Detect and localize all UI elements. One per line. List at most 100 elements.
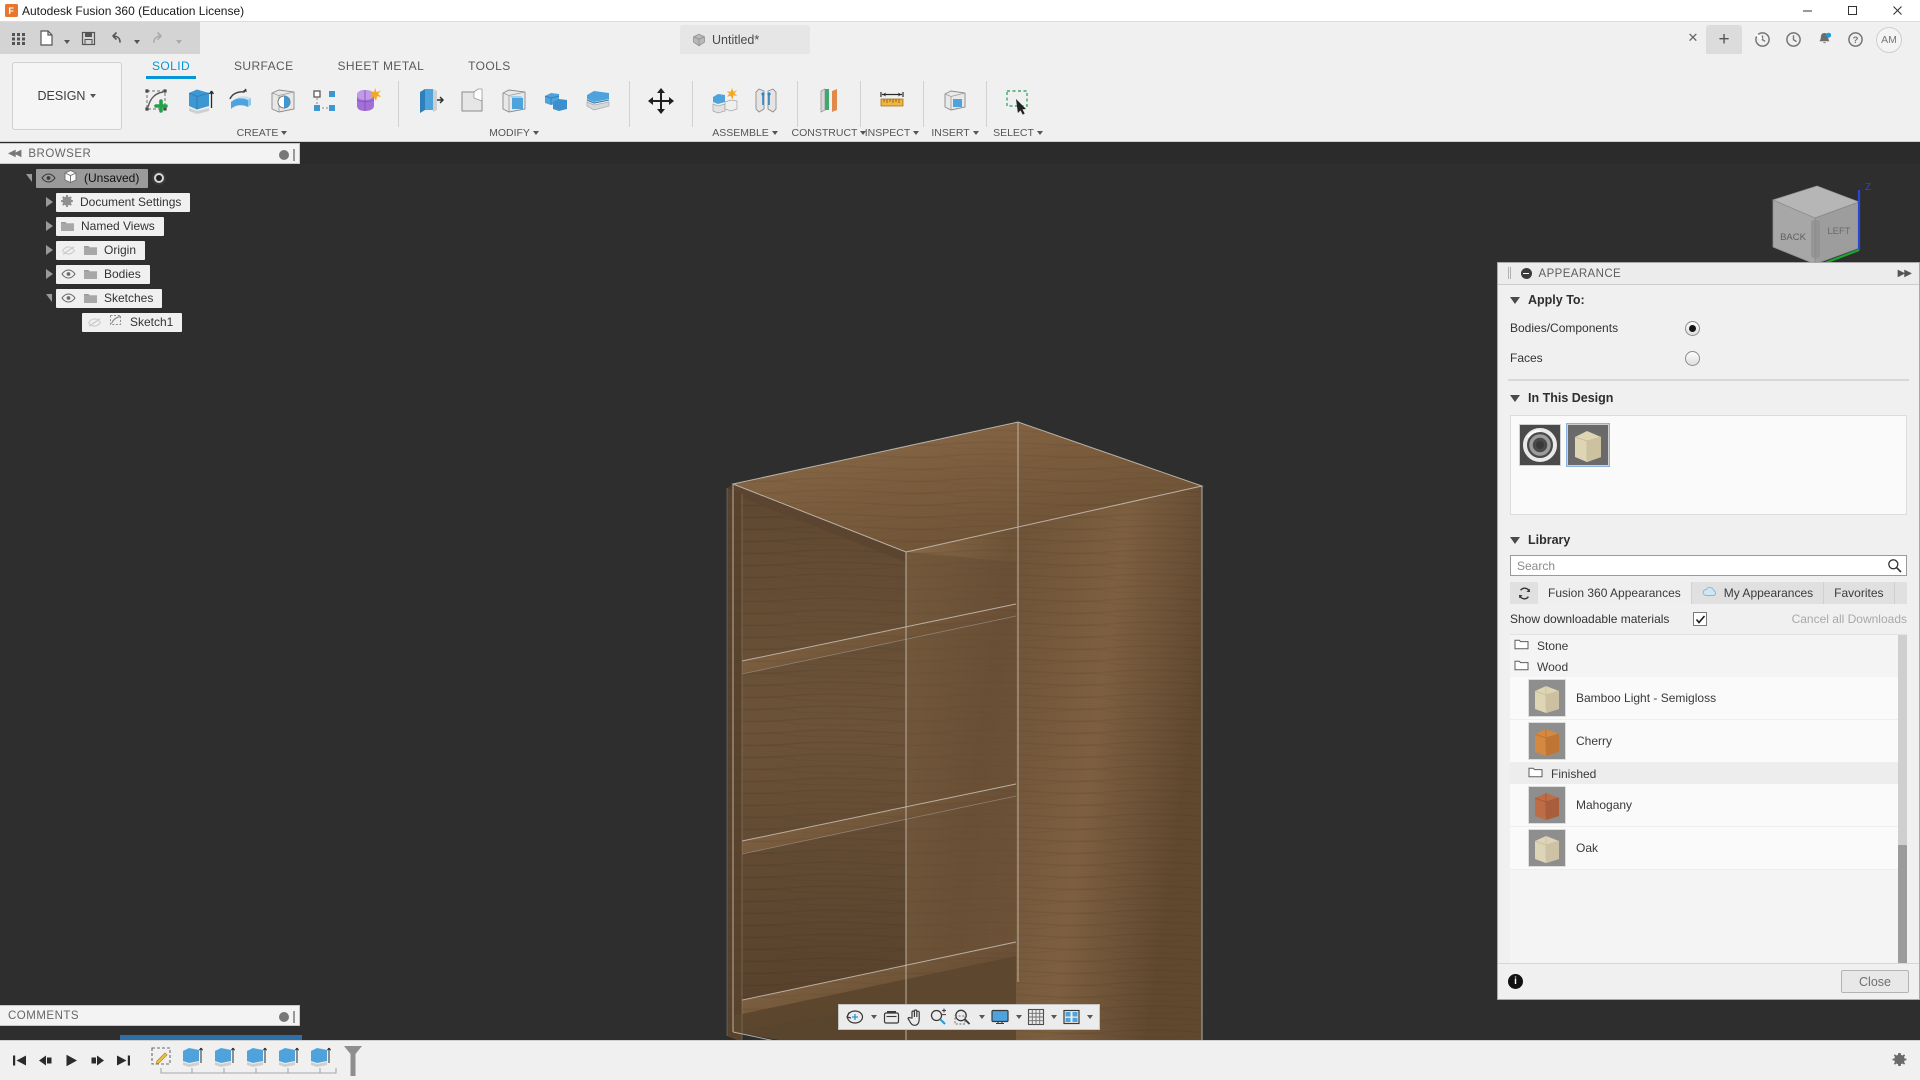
minimize-button[interactable] <box>1785 0 1830 22</box>
material-item-mahogany[interactable]: Mahogany <box>1510 784 1907 827</box>
tree-row-document-settings[interactable]: Document Settings <box>0 190 300 214</box>
look-at-icon[interactable] <box>880 1006 903 1028</box>
job-status-icon[interactable] <box>1748 26 1776 54</box>
tab-tools[interactable]: TOOLS <box>446 56 532 76</box>
timeline-settings-icon[interactable] <box>1891 1051 1908 1071</box>
viewports-icon[interactable] <box>1060 1006 1083 1028</box>
library-section-header[interactable]: Library <box>1498 525 1919 553</box>
twisty-right-icon[interactable] <box>42 195 56 209</box>
apply-to-faces-row[interactable]: Faces <box>1498 343 1919 373</box>
cancel-all-downloads-link[interactable]: Cancel all Downloads <box>1792 612 1907 626</box>
offset-plane-icon[interactable] <box>808 80 850 122</box>
ribbon-group-label-modify[interactable]: MODIFY <box>403 127 625 139</box>
app-grid-icon[interactable] <box>5 25 31 51</box>
browser-collapse-icon[interactable]: ◀◀ <box>8 148 21 159</box>
visibility-eye-hidden-icon[interactable] <box>60 243 77 257</box>
form-icon[interactable] <box>346 80 388 122</box>
twisty-down-icon[interactable] <box>42 291 56 305</box>
extrude-icon[interactable] <box>178 80 220 122</box>
display-settings-icon[interactable] <box>988 1006 1012 1028</box>
tab-my-appearances[interactable]: My Appearances <box>1692 582 1825 604</box>
comments-resize-grip[interactable] <box>293 1010 295 1023</box>
appearance-dialog-titlebar[interactable]: ║ APPEARANCE ▶▶ <box>1498 263 1919 285</box>
search-input[interactable] <box>1510 555 1907 576</box>
tab-solid[interactable]: SOLID <box>130 56 212 79</box>
new-document-caret[interactable] <box>61 25 73 51</box>
twisty-right-icon[interactable] <box>42 219 56 233</box>
visibility-eye-icon[interactable] <box>60 267 77 281</box>
tree-pill-bodies[interactable]: Bodies <box>56 264 150 284</box>
display-settings-caret[interactable] <box>1013 1006 1024 1028</box>
tab-fusion-360-appearances[interactable]: Fusion 360 Appearances <box>1538 582 1692 604</box>
tree-pill-sketches[interactable]: Sketches <box>56 288 163 308</box>
close-button[interactable]: Close <box>1841 970 1909 993</box>
apply-to-section-header[interactable]: Apply To: <box>1498 285 1919 313</box>
visibility-eye-hidden-icon[interactable] <box>86 315 103 329</box>
new-tab-button[interactable]: + <box>1706 25 1742 54</box>
redo-icon[interactable] <box>145 25 171 51</box>
fillet-icon[interactable] <box>451 80 493 122</box>
new-document-icon[interactable] <box>33 25 59 51</box>
notifications-icon[interactable] <box>1810 26 1838 54</box>
material-item-oak[interactable]: Oak <box>1510 827 1907 870</box>
tree-pill-unsaved[interactable]: (Unsaved) <box>36 168 149 188</box>
apply-to-faces-radio[interactable] <box>1685 350 1700 366</box>
appearance-dialog[interactable]: ║ APPEARANCE ▶▶ Apply To: Bodies/Compone… <box>1497 262 1920 1000</box>
in-this-design-section-header[interactable]: In This Design <box>1498 383 1919 411</box>
document-tab-untitled[interactable]: Untitled* <box>680 25 810 54</box>
comments-options-icon[interactable] <box>279 1011 289 1022</box>
tree-row-named-views[interactable]: Named Views <box>0 214 300 238</box>
move-copy-icon[interactable] <box>577 80 619 122</box>
browser-options-icon[interactable] <box>279 149 289 160</box>
go-to-end-button[interactable] <box>112 1048 134 1074</box>
redo-caret[interactable] <box>173 25 185 51</box>
undo-icon[interactable] <box>103 25 129 51</box>
visibility-eye-icon[interactable] <box>40 171 57 185</box>
shell-icon[interactable] <box>493 80 535 122</box>
pan-icon[interactable] <box>904 1006 926 1028</box>
workspace-switcher[interactable]: DESIGN <box>12 62 122 130</box>
material-library-list[interactable]: Stone Wood Bamboo Light - Semigloss Cher… <box>1510 634 1907 963</box>
material-item-bamboo-light-semigloss[interactable]: Bamboo Light - Semigloss <box>1510 677 1907 720</box>
pattern-rectangular-icon[interactable] <box>304 80 346 122</box>
material-folder-stone[interactable]: Stone <box>1510 635 1907 656</box>
tab-surface[interactable]: SURFACE <box>212 56 315 76</box>
apply-to-bodies-radio[interactable] <box>1685 320 1700 336</box>
twisty-down-icon[interactable] <box>22 171 36 185</box>
combine-icon[interactable] <box>535 80 577 122</box>
collapse-dialog-icon[interactable] <box>1520 268 1532 279</box>
zoom-window-caret[interactable] <box>976 1006 987 1028</box>
new-component-icon[interactable] <box>703 80 745 122</box>
tab-sheet-metal[interactable]: SHEET METAL <box>316 56 447 76</box>
grid-snaps-icon[interactable] <box>1025 1006 1047 1028</box>
search-icon[interactable] <box>1887 558 1902 576</box>
sphere-icon[interactable] <box>262 80 304 122</box>
joint-icon[interactable] <box>745 80 787 122</box>
apply-to-bodies-row[interactable]: Bodies/Components <box>1498 313 1919 343</box>
orbit-icon[interactable] <box>843 1006 867 1028</box>
zoom-icon[interactable] <box>927 1006 950 1028</box>
material-folder-wood[interactable]: Wood <box>1510 656 1907 677</box>
info-icon[interactable]: i <box>1508 974 1523 989</box>
ribbon-group-label-construct[interactable]: CONSTRUCT <box>792 127 867 139</box>
avatar[interactable]: AM <box>1876 26 1902 53</box>
play-button[interactable] <box>60 1048 82 1074</box>
viewports-caret[interactable] <box>1084 1006 1095 1028</box>
ribbon-group-label-insert[interactable]: INSERT <box>928 127 982 139</box>
revolve-icon[interactable] <box>220 80 262 122</box>
recent-icon[interactable] <box>1779 26 1807 54</box>
expand-dialog-icon[interactable]: ▶▶ <box>1898 268 1912 279</box>
save-icon[interactable] <box>75 25 101 51</box>
measure-icon[interactable] <box>871 80 913 122</box>
tree-pill-named-views[interactable]: Named Views <box>56 216 164 236</box>
chrome-swatch[interactable] <box>1519 424 1561 466</box>
create-sketch-icon[interactable] <box>136 80 178 122</box>
ribbon-group-label-assemble[interactable]: ASSEMBLE <box>697 127 793 139</box>
material-list-scrollbar-thumb[interactable] <box>1898 845 1907 963</box>
browser-resize-grip[interactable] <box>293 148 295 161</box>
material-folder-finished[interactable]: Finished <box>1510 763 1907 784</box>
tree-pill-origin[interactable]: Origin <box>56 240 146 260</box>
help-icon[interactable]: ? <box>1841 26 1869 54</box>
tree-row-sketch1[interactable]: Sketch1 <box>0 310 300 334</box>
bamboo-light-swatch[interactable] <box>1566 423 1610 467</box>
